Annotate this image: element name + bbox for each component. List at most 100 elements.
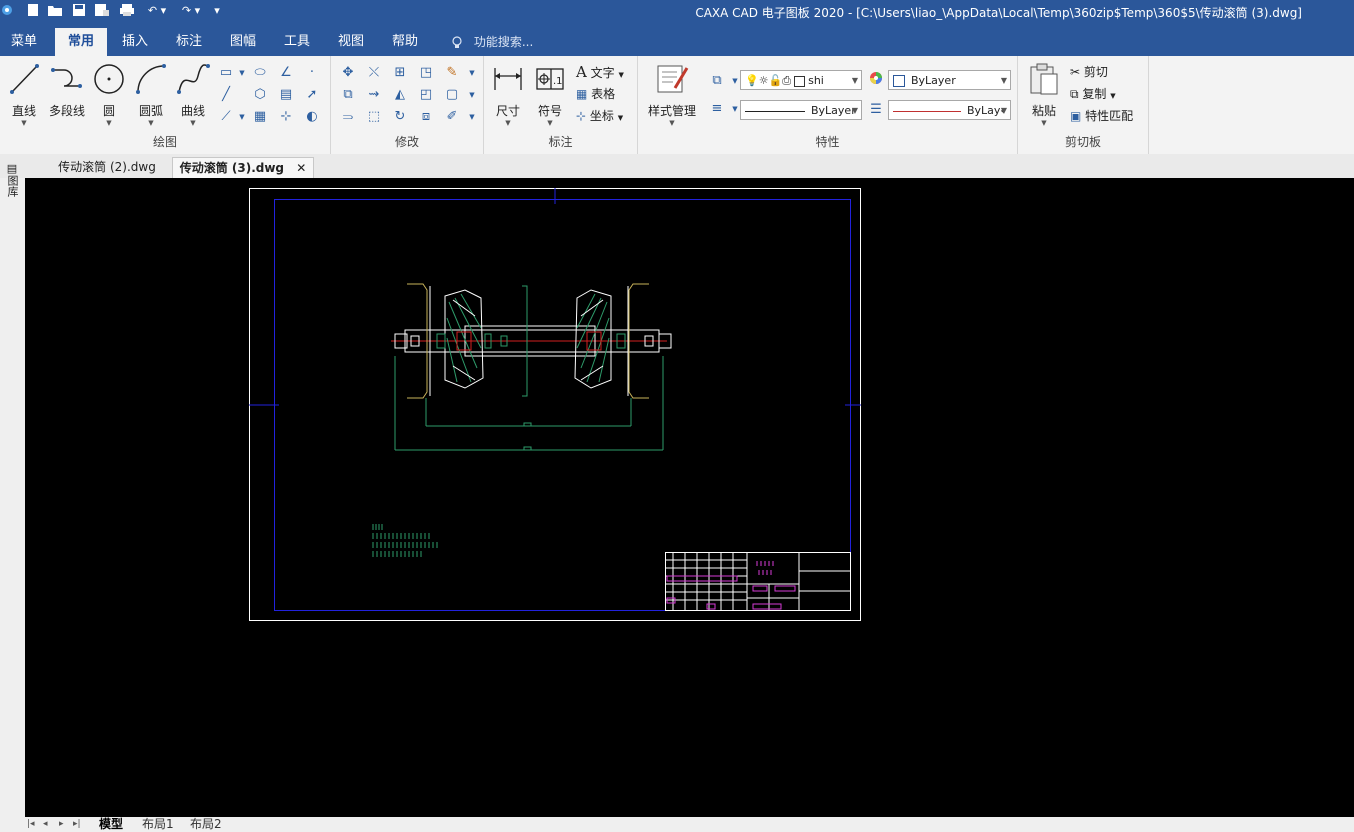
- linetype-dropdown-icon[interactable]: ▼: [852, 101, 858, 119]
- rectangle-dropdown-icon[interactable]: ▼: [233, 64, 251, 82]
- text-dropdown-icon[interactable]: ▼: [619, 71, 624, 79]
- undo-icon[interactable]: ↶ ▾: [143, 0, 171, 20]
- app-icon[interactable]: [0, 0, 14, 20]
- curve-dropdown-icon[interactable]: ▼: [173, 119, 213, 127]
- arrow-icon[interactable]: ➚: [303, 86, 321, 104]
- menu-item-view[interactable]: 视图: [329, 28, 373, 56]
- lineweight-dropdown-icon[interactable]: ▼: [1001, 101, 1007, 119]
- library-panel-tab[interactable]: ▤ 图库: [3, 162, 21, 200]
- close-tab-icon[interactable]: ✕: [296, 161, 306, 175]
- array-icon[interactable]: ⊞: [391, 64, 409, 82]
- layout-tab-model[interactable]: 模型: [99, 817, 123, 832]
- match-properties-button[interactable]: ▣ 特性匹配: [1070, 106, 1133, 126]
- ellipse-icon[interactable]: ⬭: [251, 64, 269, 82]
- extend-icon[interactable]: ⇝: [365, 86, 383, 104]
- lineweight-icon[interactable]: ☰: [867, 101, 885, 119]
- copy-object-icon[interactable]: ⧉: [339, 86, 357, 104]
- color-dropdown-icon[interactable]: ▼: [1001, 71, 1007, 89]
- erase-dropdown-icon[interactable]: ▼: [463, 64, 481, 82]
- erase-icon[interactable]: ✎: [443, 64, 461, 82]
- explode-icon[interactable]: ⧈: [417, 108, 435, 126]
- center-mark-icon[interactable]: ⊹: [277, 108, 295, 126]
- paste-dropdown-icon[interactable]: ▼: [1024, 119, 1064, 127]
- circle-dropdown-icon[interactable]: ▼: [89, 119, 129, 127]
- dimension-button[interactable]: 尺寸 ▼: [488, 62, 528, 130]
- table-button[interactable]: ▦ 表格: [576, 84, 615, 104]
- fillet-icon[interactable]: ◰: [417, 86, 435, 104]
- break-icon[interactable]: ▢: [443, 86, 461, 104]
- next-layout-icon[interactable]: ▸: [59, 817, 64, 832]
- scale-icon[interactable]: ⬚: [365, 108, 383, 126]
- circle-button[interactable]: 圆 ▼: [89, 62, 129, 130]
- menu-item-sheet[interactable]: 图幅: [221, 28, 265, 56]
- hatch-line-icon[interactable]: ╱: [217, 86, 235, 104]
- last-layout-icon[interactable]: ▸|: [73, 817, 81, 832]
- menu-item-help[interactable]: 帮助: [383, 28, 427, 56]
- menu-item-home[interactable]: 常用: [55, 28, 107, 56]
- save-icon[interactable]: [70, 0, 88, 20]
- symbol-button[interactable]: .1 符号 ▼: [530, 62, 570, 130]
- layer-dropdown-icon[interactable]: ▼: [852, 71, 858, 89]
- dimension-dropdown-icon[interactable]: ▼: [488, 119, 528, 127]
- save-as-icon[interactable]: [93, 0, 111, 20]
- arc-dropdown-icon[interactable]: ▼: [131, 119, 171, 127]
- lineweight-select[interactable]: ByLay‹ ▼: [888, 100, 1011, 120]
- style-manager-dropdown-icon[interactable]: ▼: [644, 119, 700, 127]
- redo-icon[interactable]: ↷ ▾: [177, 0, 205, 20]
- menu-item-annotate[interactable]: 标注: [167, 28, 211, 56]
- prev-layout-icon[interactable]: ◂: [43, 817, 48, 832]
- spline-icon[interactable]: ◐: [303, 108, 321, 126]
- polygon-icon[interactable]: ⬡: [251, 86, 269, 104]
- color-select[interactable]: ByLayer ▼: [888, 70, 1011, 90]
- polyline-button[interactable]: 多段线: [46, 62, 88, 130]
- function-search[interactable]: 功能搜索...: [452, 28, 533, 56]
- sun-icon: ☼: [758, 74, 769, 87]
- linetype-select[interactable]: ByLayer ▼: [740, 100, 862, 120]
- layout-tab-1[interactable]: 布局1: [142, 817, 174, 832]
- drawing-canvas[interactable]: [25, 178, 1354, 817]
- arc-button[interactable]: 圆弧 ▼: [131, 62, 171, 130]
- menu-item-tools[interactable]: 工具: [275, 28, 319, 56]
- line-label: 直线: [11, 104, 36, 118]
- line-dropdown-icon[interactable]: ▼: [4, 119, 44, 127]
- layer-select[interactable]: 💡☼🔓⎙ shi ▼: [740, 70, 862, 90]
- customize-icon[interactable]: ▾: [210, 0, 224, 20]
- layout-tab-2[interactable]: 布局2: [190, 817, 222, 832]
- copy-button[interactable]: ⧉ 复制 ▼: [1070, 84, 1116, 104]
- point-icon[interactable]: ·: [303, 64, 321, 82]
- hatch-icon[interactable]: ▦: [251, 108, 269, 126]
- new-icon[interactable]: [24, 0, 42, 20]
- angle-icon[interactable]: ∠: [277, 64, 295, 82]
- layer-manager-icon[interactable]: ⧉: [708, 72, 726, 90]
- text-button[interactable]: A 文字 ▼: [576, 62, 624, 82]
- first-layout-icon[interactable]: |◂: [27, 817, 35, 832]
- break-dropdown-icon[interactable]: ▼: [463, 86, 481, 104]
- print-icon[interactable]: [118, 0, 136, 20]
- linetype-list-icon[interactable]: ≡: [708, 100, 726, 118]
- color-wheel-icon[interactable]: [867, 71, 885, 89]
- mirror-icon[interactable]: ◭: [391, 86, 409, 104]
- symbol-dropdown-icon[interactable]: ▼: [530, 119, 570, 127]
- menu-item-insert[interactable]: 插入: [113, 28, 157, 56]
- chamfer-icon[interactable]: ◳: [417, 64, 435, 82]
- paste-button[interactable]: 粘贴 ▼: [1024, 62, 1064, 130]
- coordinate-button[interactable]: ⊹ 坐标 ▼: [576, 106, 623, 126]
- stretch-icon[interactable]: ⥰: [339, 108, 357, 126]
- open-icon[interactable]: [46, 0, 64, 20]
- curve-button[interactable]: 曲线 ▼: [173, 62, 213, 130]
- line-button[interactable]: 直线 ▼: [4, 62, 44, 130]
- doc-tab-3[interactable]: 传动滚筒 (3).dwg ✕: [172, 157, 314, 178]
- move-icon[interactable]: ✥: [339, 64, 357, 82]
- rotate-icon[interactable]: ↻: [391, 108, 409, 126]
- copy-dropdown-icon[interactable]: ▼: [1110, 92, 1115, 100]
- edit-dropdown-icon[interactable]: ▼: [463, 108, 481, 126]
- cut-button[interactable]: ✂ 剪切: [1070, 62, 1108, 82]
- doc-tab-2[interactable]: 传动滚筒 (2).dwg: [42, 157, 172, 178]
- offset-dropdown-icon[interactable]: ▼: [233, 108, 251, 126]
- style-manager-button[interactable]: 样式管理 ▼: [644, 62, 700, 130]
- menu-item-menu[interactable]: 菜单: [0, 28, 48, 56]
- trim-icon[interactable]: ⤬: [365, 64, 383, 82]
- coordinate-dropdown-icon[interactable]: ▼: [618, 114, 623, 122]
- edit-icon[interactable]: ✐: [443, 108, 461, 126]
- block-icon[interactable]: ▤: [277, 86, 295, 104]
